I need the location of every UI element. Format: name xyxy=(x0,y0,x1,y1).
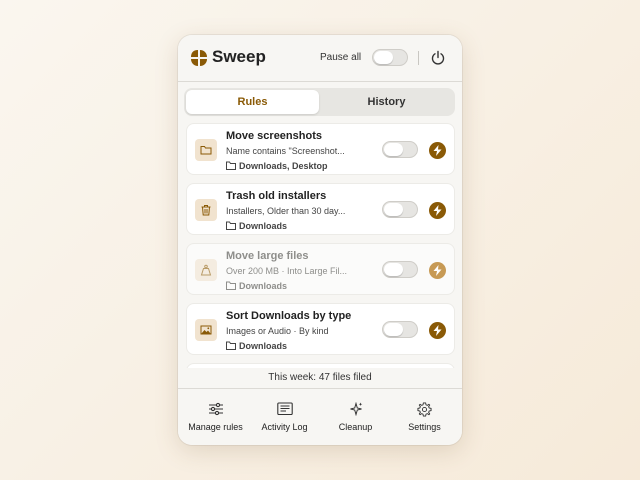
bolt-icon xyxy=(433,265,442,276)
rule-description: Over 200 MB · Into Large Fil... xyxy=(226,266,348,276)
footer-toolbar: Manage rules Activity Log Cleanup Settin… xyxy=(178,388,462,445)
rule-description: Name contains "Screenshot... xyxy=(226,146,345,156)
rule-enabled-toggle[interactable] xyxy=(382,141,418,158)
bolt-icon xyxy=(433,145,442,156)
rule-title: Trash old installers xyxy=(226,190,327,202)
pause-all-toggle[interactable] xyxy=(372,49,408,66)
weight-icon xyxy=(195,259,217,281)
header: Sweep Pause all xyxy=(178,35,462,82)
activity-log-label: Activity Log xyxy=(261,422,308,432)
tab-bar: Rules History xyxy=(184,88,455,116)
folder-icon xyxy=(226,281,236,290)
rule-enabled-toggle[interactable] xyxy=(382,201,418,218)
rule-folders: Downloads xyxy=(226,221,287,231)
rule-description: Images or Audio · By kind xyxy=(226,326,329,336)
manage-rules-label: Manage rules xyxy=(188,422,243,432)
bolt-icon xyxy=(433,205,442,216)
folder-icon xyxy=(226,161,236,170)
run-now-button[interactable] xyxy=(429,322,446,339)
tab-history[interactable]: History xyxy=(320,90,453,114)
weekly-summary: This week: 47 files filed xyxy=(178,368,462,388)
folder-icon xyxy=(226,341,236,350)
four-leaf-logo-icon xyxy=(191,50,207,66)
sliders-icon xyxy=(209,402,223,416)
app-title: Sweep xyxy=(212,47,266,66)
divider xyxy=(418,51,419,65)
log-icon xyxy=(277,402,293,416)
cleanup-button[interactable]: Cleanup xyxy=(320,389,391,445)
image-icon xyxy=(195,319,217,341)
pause-all-label: Pause all xyxy=(320,52,362,63)
rule-folders: Downloads xyxy=(226,281,287,291)
rule-description: Installers, Older than 30 day... xyxy=(226,206,346,216)
rule-enabled-toggle[interactable] xyxy=(382,261,418,278)
rules-list: Move screenshots Name contains "Screensh… xyxy=(178,121,462,373)
rule-folders: Downloads, Desktop xyxy=(226,161,328,171)
bolt-icon xyxy=(433,325,442,336)
rule-title: Sort Downloads by type xyxy=(226,310,352,322)
manage-rules-button[interactable]: Manage rules xyxy=(180,389,251,445)
rule-card[interactable]: Move large files Over 200 MB · Into Larg… xyxy=(186,243,455,295)
sweep-popover: Sweep Pause all Rules History Move scree… xyxy=(178,35,462,445)
run-now-button[interactable] xyxy=(429,202,446,219)
folder-icon xyxy=(195,139,217,161)
rule-title: Move screenshots xyxy=(226,130,322,142)
trash-icon xyxy=(195,199,217,221)
activity-log-button[interactable]: Activity Log xyxy=(249,389,320,445)
rule-folders: Downloads xyxy=(226,341,287,351)
rule-card[interactable]: Trash old installers Installers, Older t… xyxy=(186,183,455,235)
power-icon[interactable] xyxy=(430,50,446,66)
sparkles-icon xyxy=(350,402,363,416)
folder-icon xyxy=(226,221,236,230)
rule-card[interactable]: Sort Downloads by type Images or Audio ·… xyxy=(186,303,455,355)
run-now-button[interactable] xyxy=(429,262,446,279)
settings-button[interactable]: Settings xyxy=(389,389,460,445)
rule-enabled-toggle[interactable] xyxy=(382,321,418,338)
run-now-button[interactable] xyxy=(429,142,446,159)
rule-title: Move large files xyxy=(226,250,309,262)
tab-rules[interactable]: Rules xyxy=(186,90,319,114)
gear-icon xyxy=(417,402,432,417)
settings-label: Settings xyxy=(408,422,441,432)
cleanup-label: Cleanup xyxy=(338,422,373,432)
rule-card[interactable]: Move screenshots Name contains "Screensh… xyxy=(186,123,455,175)
